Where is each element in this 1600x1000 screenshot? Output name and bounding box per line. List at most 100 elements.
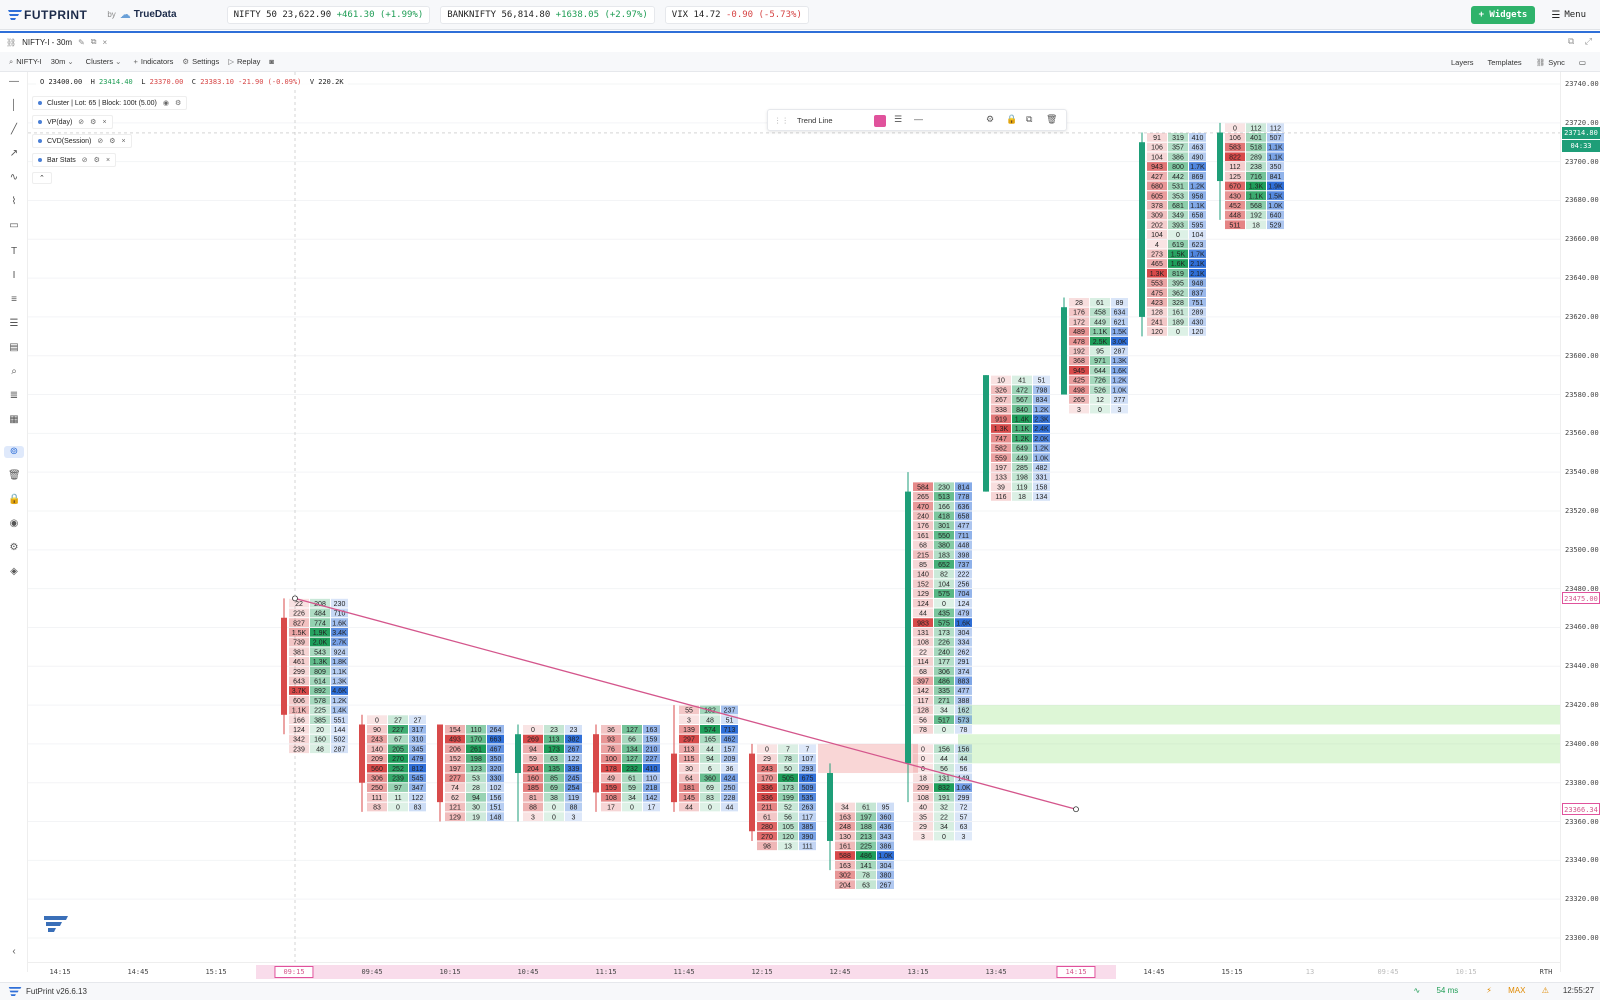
total-volume-cell: 713 [724, 727, 736, 734]
ask-volume-cell: 11 [394, 795, 401, 802]
gear-icon[interactable]: ⚙ [109, 137, 115, 145]
volume-profile-icon[interactable]: ▤ [8, 342, 20, 354]
time-axis[interactable]: 14:15 14:45 15:15 09:15 09:45 10:15 10:45 11:15… [28, 962, 1560, 982]
ask-volume-cell: 0 [942, 834, 946, 841]
line-style-icon[interactable]: — [914, 114, 923, 124]
close-icon[interactable]: × [122, 138, 126, 145]
ask-volume-cell: 19 [472, 814, 480, 821]
link-icon[interactable]: ⛓ [6, 38, 16, 47]
ray-icon[interactable]: ↗ [8, 148, 20, 160]
layers-icon[interactable]: ◈ [8, 566, 20, 578]
levels-icon[interactable]: ☰ [8, 318, 20, 330]
total-volume-cell: 228 [724, 795, 736, 802]
close-icon[interactable]: × [102, 119, 106, 126]
zoom-icon[interactable]: ⌕ [8, 366, 20, 378]
gear-icon[interactable]: ⚙ [175, 99, 181, 107]
legend-cvd[interactable]: CVD(Session) ⊘ ⚙ × [32, 134, 132, 148]
session-label[interactable]: RTH [1540, 968, 1553, 976]
interval-select[interactable]: 30m ⌄ [51, 57, 77, 66]
collapse-sidebar-icon[interactable]: ‹ [8, 946, 20, 958]
text-icon[interactable]: T [8, 246, 20, 258]
replay-button[interactable]: ▷ Replay [228, 57, 260, 66]
list-icon[interactable]: ≣ [8, 390, 20, 402]
price-axis[interactable]: 23740.00 23720.00 23700.00 23680.00 23660.00… [1560, 72, 1600, 972]
total-volume-cell: 3 [572, 814, 576, 821]
legend-cluster[interactable]: Cluster | Lot: 65 | Block: 100t (5.00) ◉… [32, 96, 188, 110]
symbol-search[interactable]: ⌕ NIFTY-I [9, 57, 42, 67]
gear-icon[interactable]: ⚙ [986, 114, 994, 125]
menu-button[interactable]: ☰ Menu [1551, 10, 1586, 21]
total-volume-cell: 2.4K [1034, 426, 1049, 433]
fullscreen-icon[interactable]: ⤢ [1585, 36, 1592, 46]
edit-icon[interactable]: ✎ [78, 38, 85, 47]
total-volume-cell: 209 [724, 756, 736, 763]
total-volume-cell: 57 [960, 814, 968, 821]
layers-button[interactable]: Layers [1451, 58, 1474, 67]
clone-icon[interactable]: ⧉ [1026, 114, 1032, 125]
futprint-logo[interactable]: FUTPRINT [8, 8, 87, 22]
trend-line-icon[interactable]: ╱ [8, 124, 20, 136]
chart-tab[interactable]: ⛓ NIFTY-I - 30m ✎ ⧉ × [6, 37, 113, 47]
ticker-2[interactable]: VIX 14.72 -0.90 (-5.73%) [664, 5, 809, 24]
eye-icon[interactable]: ◉ [163, 99, 169, 107]
screenshot-button[interactable]: ◙ [269, 57, 277, 66]
time-tick-label: 14:45 [1143, 968, 1165, 976]
gear-icon[interactable]: ⚙ [90, 118, 96, 126]
color-swatch[interactable] [874, 115, 886, 127]
line-width-icon[interactable]: ☰ [894, 114, 902, 125]
max-indicator[interactable]: ⚡ MAX ⚠ [1472, 986, 1549, 995]
trash-icon[interactable]: 🗑 [1046, 114, 1057, 125]
widgets-button[interactable]: + Widgets [1470, 6, 1536, 24]
popout-icon[interactable]: ⧉ [1568, 36, 1574, 46]
total-volume-cell: 51 [1038, 378, 1046, 385]
vertical-line-icon[interactable]: │ [8, 100, 20, 112]
ask-volume-cell: 78 [784, 756, 792, 763]
sync-button[interactable]: ⛓ Sync [1536, 58, 1565, 67]
duplicate-icon[interactable]: ⧉ [91, 37, 97, 47]
chart-type-select[interactable]: Clusters ⌄ [86, 57, 125, 66]
trend-start-price-label: 23475.00 [1562, 592, 1600, 605]
legend-dot [38, 101, 42, 105]
close-icon[interactable]: × [106, 157, 110, 164]
indicators-button[interactable]: + Indicators [133, 57, 173, 66]
close-tab-icon[interactable]: × [103, 38, 108, 47]
eye-off-icon[interactable]: ⊘ [97, 137, 103, 145]
rectangle-icon[interactable]: ▭ [8, 220, 20, 232]
total-volume-cell: 948 [1192, 281, 1204, 288]
ask-volume-cell: 1.3K [1249, 184, 1264, 191]
polyline-icon[interactable]: ⌇ [8, 196, 20, 208]
eye-off-icon[interactable]: ⊘ [78, 118, 84, 126]
curve-icon[interactable]: ∿ [8, 172, 20, 184]
total-volume-cell: 1.2K [1034, 446, 1049, 453]
horizontal-line-icon[interactable]: — [8, 76, 20, 88]
chart-canvas[interactable]: 22 208 230226 484 710827 774 1.6K1.5K 1.9K 3.4K7… [28, 72, 1560, 962]
lock-icon[interactable]: 🔒 [8, 494, 20, 506]
ticker-0[interactable]: NIFTY 50 23,622.90 +461.30 (+1.99%) [226, 5, 431, 24]
trash-icon[interactable]: 🗑 [8, 470, 21, 482]
ask-volume-cell: 34 [940, 824, 948, 831]
legend-bar-stats[interactable]: Bar Stats ⊘ ⚙ × [32, 153, 117, 167]
version-label: FutPrint v26.6.13 [26, 987, 87, 996]
bid-volume-cell: 197 [995, 465, 1007, 472]
drag-handle-icon[interactable]: ⋮⋮ [774, 116, 789, 125]
lock-icon[interactable]: 🔒 [1006, 114, 1017, 125]
bid-volume-cell: 130 [839, 834, 851, 841]
panel-toggle-icon[interactable]: ▭ [1579, 58, 1586, 67]
fib-icon[interactable]: ≡ [8, 294, 20, 306]
ticker-1[interactable]: BANKNIFTY 56,814.80 +1638.05 (+2.97%) [440, 5, 655, 24]
legend-vp-day[interactable]: VP(day) ⊘ ⚙ × [32, 115, 113, 129]
eye-off-icon[interactable]: ⊘ [82, 156, 88, 164]
legend-collapse-button[interactable]: ⌃ [32, 172, 52, 184]
gear-icon[interactable]: ⚙ [94, 156, 100, 164]
total-volume-cell: 151 [490, 805, 502, 812]
price-range-icon[interactable]: Ι [8, 270, 20, 282]
ask-volume-cell: 28 [472, 785, 480, 792]
gear-icon[interactable]: ⚙ [8, 542, 20, 554]
settings-button[interactable]: ⚙ Settings [182, 57, 219, 66]
magnet-icon[interactable]: ⊚ [4, 446, 24, 458]
eye-icon[interactable]: ◉ [8, 518, 20, 530]
table-icon[interactable]: ▦ [8, 414, 20, 426]
templates-button[interactable]: Templates [1488, 58, 1522, 67]
total-volume-cell: 157 [724, 746, 736, 753]
footprint-chart[interactable]: 22 208 230 226 484 710 827 774 1.6K 1.5K 1.9K 3.4K 7… [28, 72, 1560, 972]
